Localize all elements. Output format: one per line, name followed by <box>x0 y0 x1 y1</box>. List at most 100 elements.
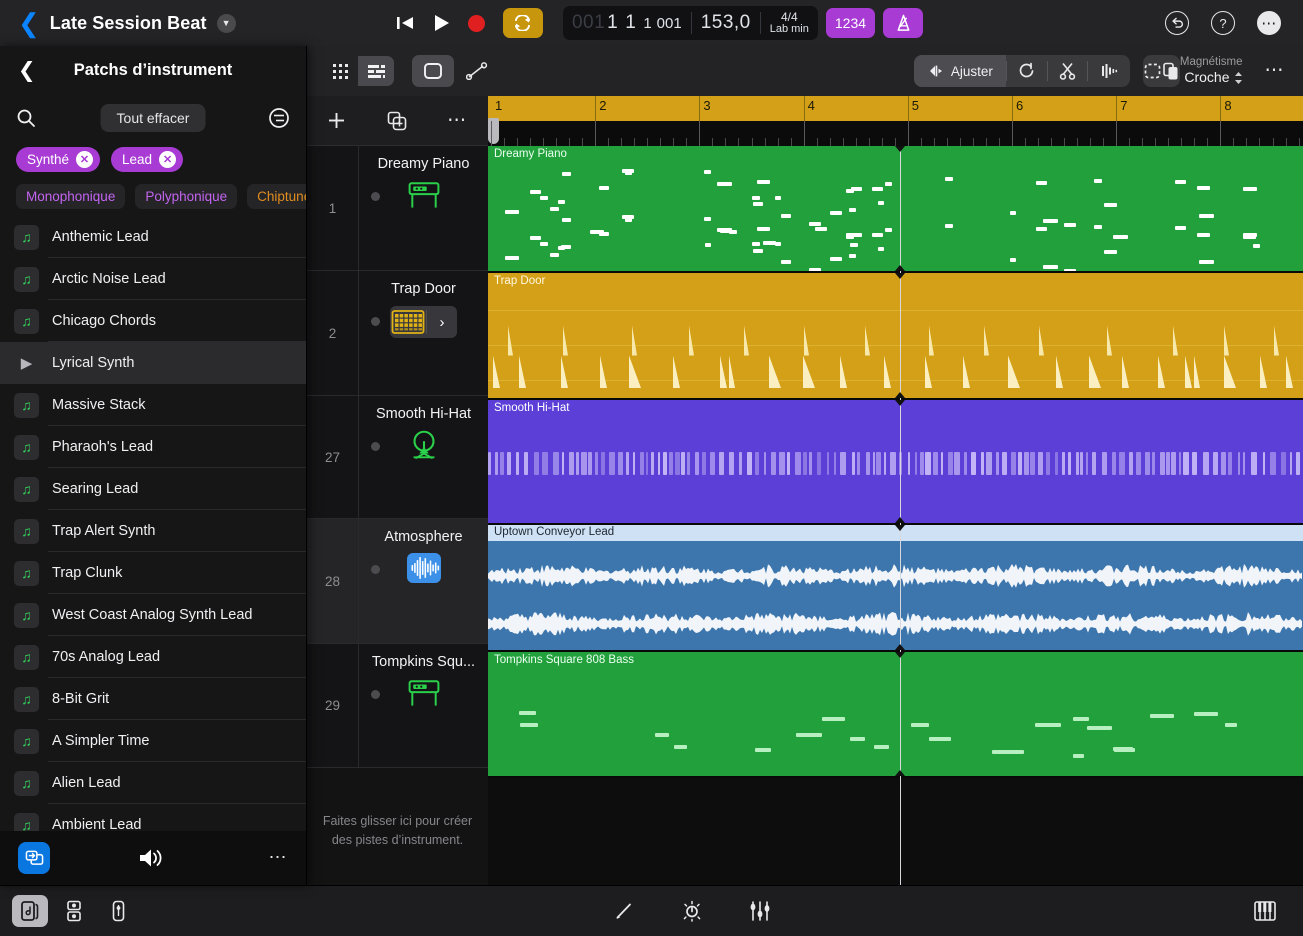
track-header[interactable]: 29Tompkins Squ... <box>307 644 488 768</box>
count-in-button[interactable]: 1234 <box>826 8 875 38</box>
record-icon[interactable] <box>468 15 485 32</box>
region-lanes[interactable]: Dreamy PianoTrap DoorSmooth Hi-HatUptown… <box>488 146 1303 778</box>
music-note-icon[interactable]: ♫ <box>14 519 39 544</box>
more-icon[interactable]: ⋯ <box>1257 11 1281 35</box>
filter-tag[interactable]: Synthé✕ <box>16 147 100 172</box>
automation-tool-icon[interactable] <box>456 55 498 87</box>
lcd-position[interactable]: 001 1 1 1 001 <box>572 12 682 34</box>
play-icon[interactable] <box>433 14 450 32</box>
pencil-tool-icon[interactable] <box>606 895 642 927</box>
music-note-icon[interactable]: ♫ <box>14 267 39 292</box>
help-icon[interactable]: ? <box>1211 11 1235 35</box>
region[interactable]: Smooth Hi-Hat <box>488 400 1303 523</box>
track-instrument-chip[interactable]: › <box>390 306 457 338</box>
play-icon[interactable]: ▶ <box>14 351 39 376</box>
patch-list-item[interactable]: ♫Trap Clunk <box>0 552 306 594</box>
music-note-icon[interactable]: ♫ <box>14 771 39 796</box>
mixer-faders-icon[interactable] <box>742 895 778 927</box>
lcd-tempo[interactable]: 153,0 <box>701 12 751 34</box>
filter-chip[interactable]: Chiptune <box>247 184 306 209</box>
record-enable-dot[interactable] <box>371 192 380 201</box>
back-chevron-icon[interactable]: ❮ <box>18 10 40 36</box>
music-note-icon[interactable]: ♫ <box>14 435 39 460</box>
patch-list-item[interactable]: ♫Massive Stack <box>0 384 306 426</box>
track-lane[interactable]: Tompkins Square 808 Bass <box>488 652 1303 776</box>
patch-list-item[interactable]: ♫70s Analog Lead <box>0 636 306 678</box>
patch-list-item[interactable]: ♫8-Bit Grit <box>0 678 306 720</box>
drum-machine-icon[interactable] <box>390 308 426 336</box>
audio-wave-icon[interactable] <box>406 554 442 582</box>
mixer-icon[interactable] <box>56 895 92 927</box>
patch-list-item[interactable]: ♫Arctic Noise Lead <box>0 258 306 300</box>
grid-browser-icon[interactable] <box>322 56 358 86</box>
region-tool-icon[interactable] <box>412 55 454 87</box>
more-icon[interactable]: ⋯ <box>447 117 468 125</box>
chevron-right-icon[interactable]: › <box>427 314 457 331</box>
track-header[interactable]: 28Atmosphere <box>307 519 488 644</box>
lcd-signature[interactable]: 4/4 Lab min <box>770 11 809 35</box>
duplicate-track-icon[interactable] <box>387 111 407 131</box>
metronome-button[interactable] <box>883 8 923 38</box>
record-enable-dot[interactable] <box>371 690 380 699</box>
keyboard-icon[interactable] <box>406 181 442 209</box>
more-icon[interactable]: ⋯ <box>1265 67 1286 75</box>
music-note-icon[interactable]: ♫ <box>14 561 39 586</box>
region[interactable]: Trap Door <box>488 273 1303 398</box>
add-track-icon[interactable] <box>327 111 346 130</box>
patch-list-item[interactable]: ♫Ambient Lead <box>0 804 306 831</box>
scissors-icon[interactable] <box>1048 55 1087 87</box>
filter-tag[interactable]: Lead✕ <box>111 147 183 172</box>
list-view-icon[interactable] <box>358 56 394 86</box>
patch-list-item[interactable]: ♫Anthemic Lead <box>0 216 306 258</box>
patch-list[interactable]: ♫Anthemic Lead♫Arctic Noise Lead♫Chicago… <box>0 216 306 831</box>
more-icon[interactable]: ⋯ <box>269 854 289 861</box>
undo-icon[interactable] <box>1165 11 1189 35</box>
track-lane[interactable]: Dreamy Piano <box>488 146 1303 271</box>
patch-list-item[interactable]: ♫A Simpler Time <box>0 720 306 762</box>
speaker-audition-icon[interactable] <box>138 847 168 869</box>
music-note-icon[interactable]: ♫ <box>14 309 39 334</box>
record-enable-dot[interactable] <box>371 317 380 326</box>
search-icon[interactable] <box>16 108 36 128</box>
music-note-icon[interactable]: ♫ <box>14 477 39 502</box>
rewind-to-start-icon[interactable] <box>396 15 415 31</box>
filter-chip-row[interactable]: MonophoniquePolyphoniqueChiptuneBa <box>0 184 306 216</box>
patch-list-item[interactable]: ♫Pharaoh's Lead <box>0 426 306 468</box>
patch-list-item[interactable]: ♫Trap Alert Synth <box>0 510 306 552</box>
filter-chip[interactable]: Monophonique <box>16 184 125 209</box>
region[interactable]: Uptown Conveyor Lead <box>488 525 1303 650</box>
track-header[interactable]: 27Smooth Hi-Hat <box>307 396 488 519</box>
marquee-select-icon[interactable] <box>1143 62 1162 80</box>
tracks-timeline-area[interactable]: 12345678 Dreamy PianoTrap DoorSmooth Hi-… <box>488 96 1303 885</box>
loop-region-icon[interactable] <box>1007 55 1047 87</box>
record-enable-dot[interactable] <box>371 565 380 574</box>
smart-controls-icon[interactable] <box>674 895 710 927</box>
record-enable-dot[interactable] <box>371 442 380 451</box>
music-note-icon[interactable]: ♫ <box>14 603 39 628</box>
close-icon[interactable]: ✕ <box>159 151 176 168</box>
close-icon[interactable]: ✕ <box>76 151 93 168</box>
patch-list-item[interactable]: ♫West Coast Analog Synth Lead <box>0 594 306 636</box>
music-note-icon[interactable]: ♫ <box>14 393 39 418</box>
snap-settings[interactable]: Magnétisme Croche <box>1180 55 1243 86</box>
library-back-icon[interactable]: ❮ <box>18 60 36 81</box>
patch-list-item[interactable]: ♫Chicago Chords <box>0 300 306 342</box>
library-icon[interactable] <box>12 895 48 927</box>
track-header[interactable]: 2Trap Door› <box>307 271 488 396</box>
chevron-down-icon[interactable]: ▼ <box>217 14 236 33</box>
track-lane[interactable]: Smooth Hi-Hat <box>488 400 1303 523</box>
import-patch-icon[interactable] <box>18 842 50 874</box>
music-note-icon[interactable]: ♫ <box>14 225 39 250</box>
music-note-icon[interactable]: ♫ <box>14 813 39 832</box>
music-note-icon[interactable]: ♫ <box>14 687 39 712</box>
cycle-region[interactable] <box>488 96 1303 121</box>
flex-time-icon[interactable] <box>1088 55 1130 87</box>
patch-list-item[interactable]: ▶Lyrical Synth <box>0 342 306 384</box>
patch-list-item[interactable]: ♫Searing Lead <box>0 468 306 510</box>
inspector-icon[interactable] <box>100 895 136 927</box>
piano-keyboard-icon[interactable] <box>1247 895 1283 927</box>
snap-toggle-button[interactable]: Ajuster <box>914 55 1006 87</box>
snap-value-row[interactable]: Croche <box>1184 69 1242 86</box>
clear-all-button[interactable]: Tout effacer <box>101 104 206 132</box>
track-header[interactable]: 1Dreamy Piano <box>307 146 488 271</box>
